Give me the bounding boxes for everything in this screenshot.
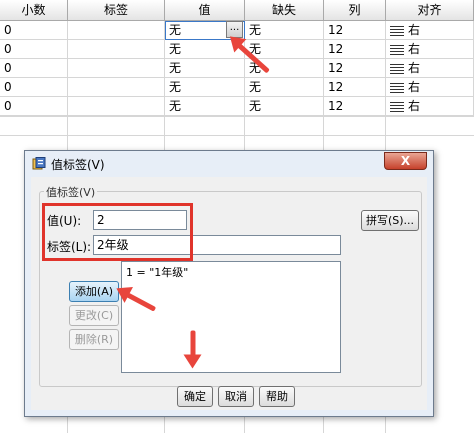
value-labels-list[interactable]: 1 = "1年级" <box>121 261 341 373</box>
cell-align[interactable]: 右 <box>386 97 474 116</box>
cell-align-text: 右 <box>408 99 421 113</box>
cell-decimals[interactable]: 0 <box>0 59 68 78</box>
cancel-button[interactable]: 取消 <box>218 386 254 407</box>
cell-align[interactable]: 右 <box>386 78 474 97</box>
cell-width[interactable]: 12 <box>324 59 386 78</box>
cell-width[interactable]: 12 <box>324 97 386 116</box>
cell-align-text: 右 <box>408 61 421 75</box>
cell-align-text: 右 <box>408 80 421 94</box>
column-header-missing[interactable]: 缺失 <box>245 0 324 21</box>
cell-missing[interactable]: 无 <box>245 78 324 97</box>
cell-label[interactable] <box>68 21 165 40</box>
cell-align[interactable]: 右 <box>386 21 474 40</box>
list-item[interactable]: 1 = "1年级" <box>122 262 340 282</box>
group-label: 值标签(V) <box>44 184 98 200</box>
dialog-titlebar[interactable]: 值标签(V) X <box>25 151 433 177</box>
column-header-width[interactable]: 列 <box>324 0 386 21</box>
value-labels-dialog: 值标签(V) X 值标签(V) 值(U): 2 标签(L): 2年级 拼写(S)… <box>24 150 434 417</box>
cell-width[interactable]: 12 <box>324 40 386 59</box>
cell-missing[interactable]: 无 <box>245 97 324 116</box>
cell-values[interactable]: 无 <box>165 59 245 78</box>
column-header-align[interactable]: 对齐 <box>386 0 474 21</box>
cell-decimals[interactable]: 0 <box>0 97 68 116</box>
grid-line <box>0 116 474 117</box>
cell-align[interactable]: 右 <box>386 59 474 78</box>
grid-line <box>0 135 474 136</box>
help-button[interactable]: 帮助 <box>259 386 295 407</box>
close-button[interactable]: X <box>384 152 427 170</box>
align-right-icon <box>390 63 404 74</box>
remove-button[interactable]: 删除(R) <box>69 329 119 350</box>
cell-label[interactable] <box>68 78 165 97</box>
column-header-label[interactable]: 标签 <box>68 0 165 21</box>
dialog-client: 值标签(V) 值(U): 2 标签(L): 2年级 拼写(S)... 1 = "… <box>31 177 427 410</box>
ok-button[interactable]: 确定 <box>177 386 213 407</box>
cell-align[interactable]: 右 <box>386 40 474 59</box>
add-button[interactable]: 添加(A) <box>69 281 119 302</box>
column-header-values[interactable]: 值 <box>165 0 245 21</box>
dialog-title: 值标签(V) <box>51 158 105 172</box>
cell-decimals[interactable]: 0 <box>0 21 68 40</box>
change-button[interactable]: 更改(C) <box>69 305 119 326</box>
cell-align-text: 右 <box>408 23 421 37</box>
cell-missing[interactable]: 无 <box>245 21 324 40</box>
cell-values[interactable]: 无 <box>165 97 245 116</box>
cell-decimals[interactable]: 0 <box>0 40 68 59</box>
cell-width[interactable]: 12 <box>324 78 386 97</box>
cell-label[interactable] <box>68 59 165 78</box>
cell-values-text: 无 <box>169 23 182 37</box>
align-right-icon <box>390 101 404 112</box>
column-header-decimals[interactable]: 小数 <box>0 0 68 21</box>
cell-align-text: 右 <box>408 42 421 56</box>
annotation-highlight-box <box>42 203 193 261</box>
annotation-arrow <box>190 330 196 359</box>
cell-decimals[interactable]: 0 <box>0 78 68 97</box>
align-right-icon <box>390 44 404 55</box>
cell-label[interactable] <box>68 40 165 59</box>
cell-width[interactable]: 12 <box>324 21 386 40</box>
align-right-icon <box>390 82 404 93</box>
cell-label[interactable] <box>68 97 165 116</box>
cell-missing[interactable]: 无 <box>245 40 324 59</box>
cell-values[interactable]: 无 <box>165 78 245 97</box>
align-right-icon <box>390 25 404 36</box>
value-labels-icon <box>32 157 46 170</box>
spell-button[interactable]: 拼写(S)... <box>361 210 419 231</box>
